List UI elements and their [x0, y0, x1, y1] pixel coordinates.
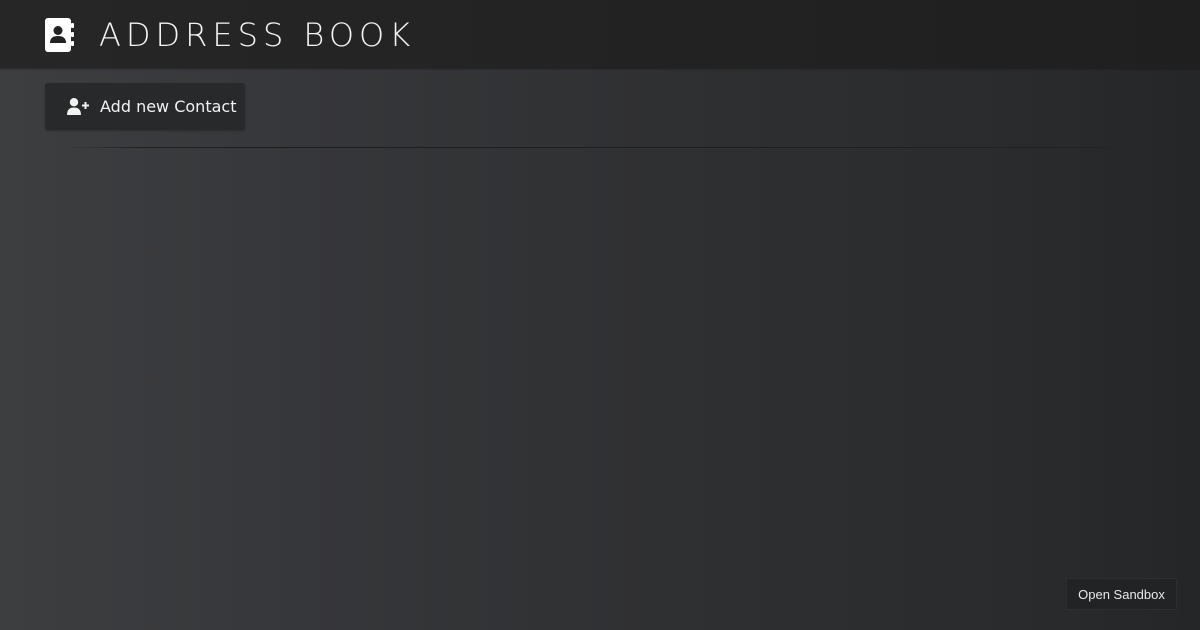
user-plus-icon	[67, 98, 89, 115]
address-book-icon	[45, 18, 74, 52]
top-navbar: ADDRESS BOOK	[0, 0, 1200, 68]
brand[interactable]: ADDRESS BOOK	[45, 17, 415, 53]
add-new-contact-button[interactable]: Add new Contact	[45, 83, 245, 130]
app-title: ADDRESS BOOK	[99, 16, 416, 54]
open-sandbox-label: Open Sandbox	[1078, 586, 1165, 602]
open-sandbox-button[interactable]: Open Sandbox	[1066, 578, 1177, 610]
add-new-contact-label: Add new Contact	[100, 97, 237, 116]
divider	[60, 147, 1140, 148]
